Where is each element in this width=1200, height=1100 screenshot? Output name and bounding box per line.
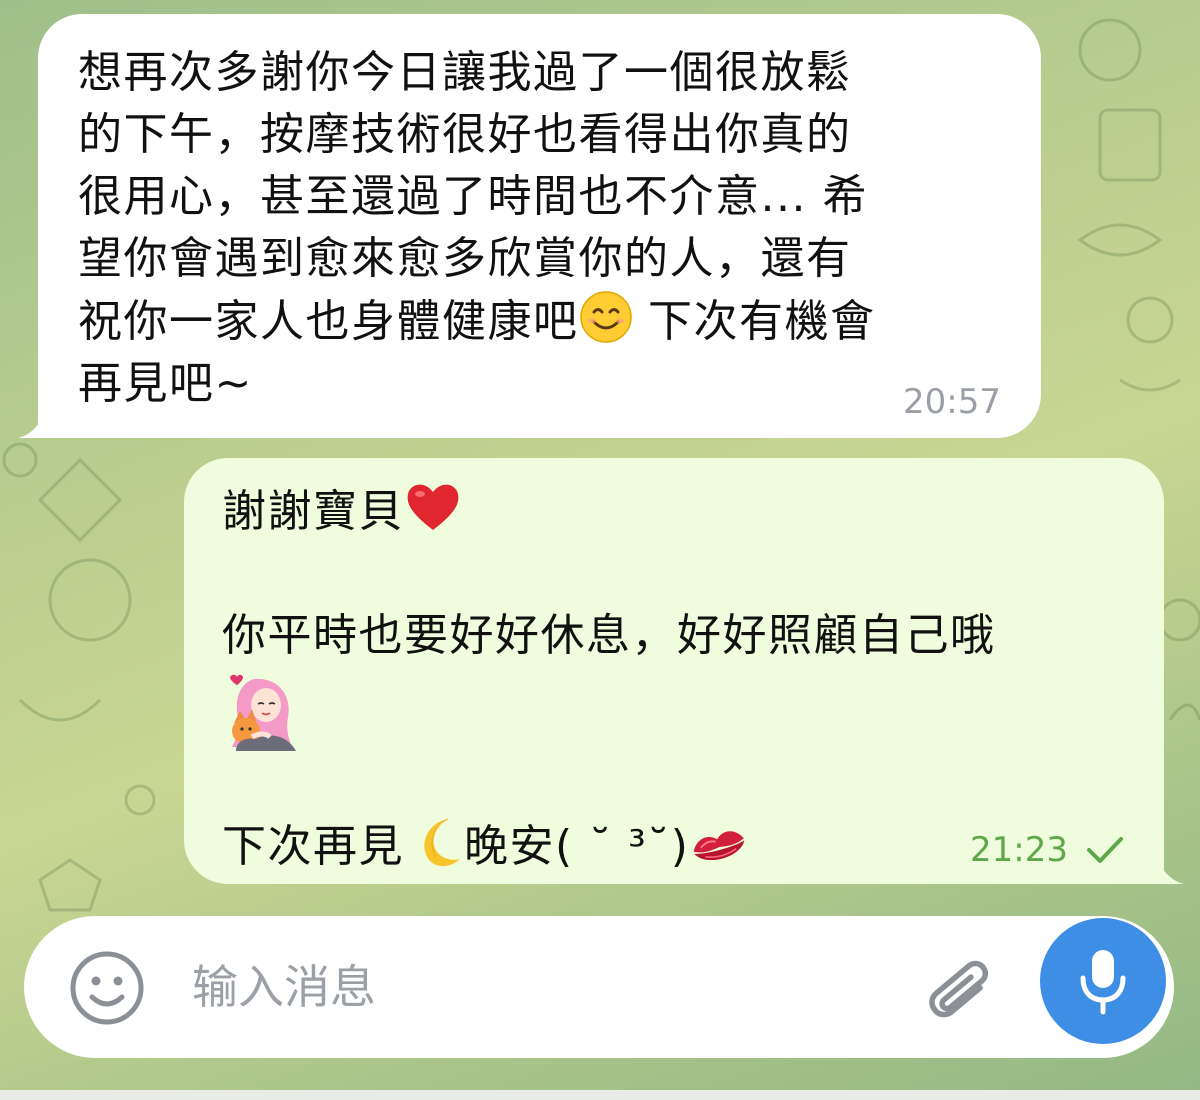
kiss-mark-emoji-icon	[694, 831, 745, 861]
paperclip-icon[interactable]	[916, 946, 1000, 1030]
message-text-segment: 謝謝寶貝	[222, 486, 404, 537]
smiling-face-emoji-icon	[579, 291, 632, 343]
message-line: 的下午，按摩技術很好也看得出你真的	[78, 109, 852, 160]
smiley-face-icon[interactable]	[68, 949, 146, 1027]
message-line: 望你會遇到愈來愈多欣賞你的人，還有	[78, 233, 852, 284]
message-line-with-emoji: 祝你一家人也身體健康吧 下次有機會	[78, 290, 1011, 353]
message-line: 再見吧~	[78, 358, 253, 409]
bottom-system-bar	[0, 1090, 1200, 1100]
message-text: 想再次多謝你今日讓我過了一個很放鬆 的下午，按摩技術很好也看得出你真的 很用心，…	[78, 42, 1011, 415]
voice-record-button[interactable]	[1040, 918, 1166, 1044]
message-line-with-emoji: 謝謝寶貝	[222, 480, 1134, 543]
message-text: 謝謝寶貝 你平時也要好好休息，好好照顧自己哦 下次再見 晚安( ˘ ³˘)	[222, 480, 1134, 878]
message-line: 你平時也要好好休息，好好照顧自己哦	[222, 610, 996, 661]
incoming-message-bubble[interactable]: 想再次多謝你今日讓我過了一個很放鬆 的下午，按摩技術很好也看得出你真的 很用心，…	[18, 14, 1041, 438]
message-composer	[24, 916, 1174, 1058]
message-input[interactable]	[192, 954, 892, 1020]
message-meta: 21:23	[970, 830, 1124, 870]
message-text-segment: 下次有機會	[632, 296, 876, 347]
crescent-moon-emoji-icon	[424, 818, 460, 867]
bubble-tail	[18, 398, 58, 438]
red-heart-emoji-icon	[407, 484, 459, 530]
message-timestamp: 21:23	[970, 830, 1068, 870]
message-timestamp: 20:57	[903, 382, 1001, 422]
outgoing-message-bubble[interactable]: 謝謝寶貝 你平時也要好好休息，好好照顧自己哦 下次再見 晚安( ˘ ³˘) 21…	[184, 458, 1184, 884]
message-text-segment: 祝你一家人也身體健康吧	[78, 296, 579, 347]
microphone-icon	[1080, 950, 1126, 1015]
message-line: 很用心，甚至還過了時間也不介意... 希	[78, 171, 868, 222]
bubble-tail	[1144, 844, 1184, 884]
message-text-segment: 晚安( ˘ ³˘)	[464, 821, 690, 872]
girl-hugging-cat-sticker	[230, 674, 296, 751]
message-line: 想再次多謝你今日讓我過了一個很放鬆	[78, 47, 852, 98]
message-text-segment: 下次再見	[222, 821, 404, 872]
sent-check-icon	[1087, 837, 1123, 863]
